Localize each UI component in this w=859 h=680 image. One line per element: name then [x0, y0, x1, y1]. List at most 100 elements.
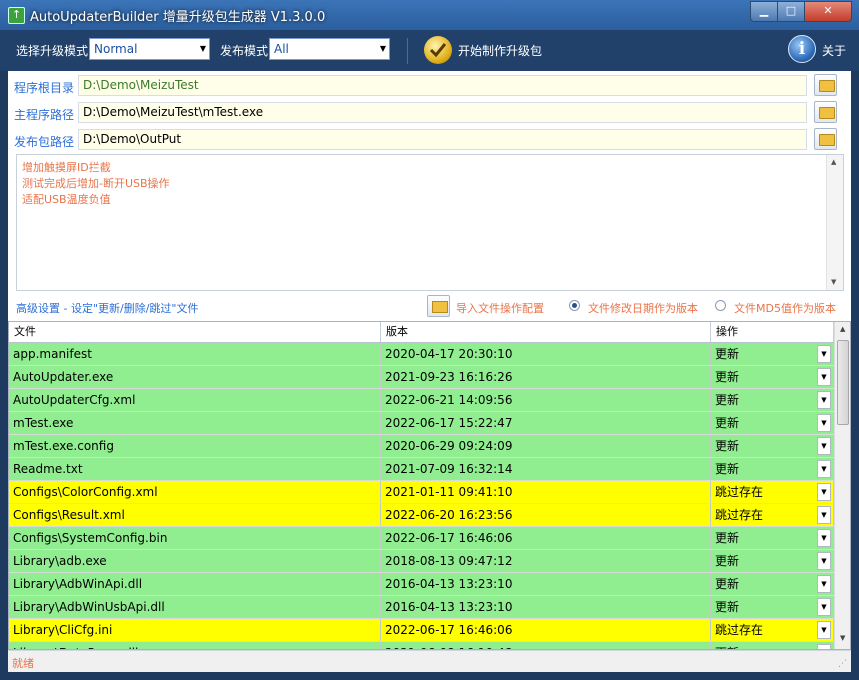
cell-version[interactable]: 2022-06-17 15:22:47	[381, 412, 711, 434]
about-label[interactable]: 关于	[822, 42, 846, 59]
radio-date-label[interactable]: 文件修改日期作为版本	[588, 300, 698, 316]
chevron-down-icon[interactable]: ▼	[817, 598, 831, 616]
cell-version[interactable]: 2022-06-17 16:46:06	[381, 527, 711, 549]
main-exe-input[interactable]: D:\Demo\MeizuTest\mTest.exe	[78, 102, 807, 123]
minimize-button[interactable]: ▁	[750, 1, 778, 22]
chevron-down-icon[interactable]: ▼	[817, 529, 831, 547]
root-dir-browse-button[interactable]	[814, 74, 837, 96]
cell-operation-select[interactable]: 更新▼	[711, 366, 834, 388]
radio-date-version[interactable]	[569, 300, 580, 311]
chevron-down-icon[interactable]: ▼	[817, 391, 831, 409]
cell-version[interactable]: 2020-04-17 20:30:10	[381, 343, 711, 365]
cell-file[interactable]: Readme.txt	[9, 458, 381, 480]
cell-operation-select[interactable]: 更新▼	[711, 435, 834, 457]
column-header-operation[interactable]: 操作	[711, 322, 834, 342]
column-header-file[interactable]: 文件	[9, 322, 381, 342]
cell-operation-select[interactable]: 更新▼	[711, 573, 834, 595]
table-row[interactable]: Library\AdbWinUsbApi.dll 2016-04-13 13:23…	[9, 596, 834, 619]
cell-file[interactable]: Configs\Result.xml	[9, 504, 381, 526]
table-row[interactable]: Configs\ColorConfig.xml 2021-01-11 09:41:…	[9, 481, 834, 504]
cell-operation-select[interactable]: 更新▼	[711, 458, 834, 480]
cell-version[interactable]: 2016-04-13 13:23:10	[381, 573, 711, 595]
cell-file[interactable]: Library\CliCfg.ini	[9, 619, 381, 641]
table-row[interactable]: Configs\Result.xml 2022-06-20 16:23:56 跳过存…	[9, 504, 834, 527]
scroll-up-icon[interactable]: ▲	[831, 158, 836, 166]
cell-file[interactable]: mTest.exe	[9, 412, 381, 434]
publish-path-input[interactable]: D:\Demo\OutPut	[78, 129, 807, 150]
cell-file[interactable]: Library\adb.exe	[9, 550, 381, 572]
cell-version[interactable]: 2022-06-21 14:09:56	[381, 389, 711, 411]
cell-file[interactable]: Configs\SystemConfig.bin	[9, 527, 381, 549]
notes-scrollbar[interactable]: ▲ ▼	[826, 155, 843, 290]
grid-scrollbar[interactable]: ▲ ▼	[834, 322, 850, 649]
chevron-down-icon[interactable]: ▼	[817, 575, 831, 593]
table-row[interactable]: AutoUpdaterCfg.xml 2022-06-21 14:09:56 更新 ▼	[9, 389, 834, 412]
chevron-down-icon[interactable]: ▼	[817, 621, 831, 639]
scroll-down-icon[interactable]: ▼	[840, 634, 845, 642]
chevron-down-icon[interactable]: ▼	[817, 506, 831, 524]
chevron-down-icon[interactable]: ▼	[817, 414, 831, 432]
table-row[interactable]: Readme.txt 2021-07-09 16:32:14 更新 ▼	[9, 458, 834, 481]
chevron-down-icon[interactable]: ▼	[817, 552, 831, 570]
cell-version[interactable]: 2021-01-11 09:41:10	[381, 481, 711, 503]
cell-version[interactable]: 2016-04-13 13:23:10	[381, 596, 711, 618]
table-row[interactable]: app.manifest 2020-04-17 20:30:10 更新 ▼	[9, 343, 834, 366]
column-header-version[interactable]: 版本	[381, 322, 711, 342]
upgrade-mode-select[interactable]: Normal ▼	[89, 38, 210, 60]
cell-version[interactable]: 2022-06-17 16:46:06	[381, 619, 711, 641]
close-button[interactable]: ✕	[804, 1, 852, 22]
radio-md5-version[interactable]	[715, 300, 726, 311]
radio-md5-label[interactable]: 文件MD5值作为版本	[734, 300, 836, 316]
publish-mode-select[interactable]: All ▼	[269, 38, 390, 60]
publish-path-browse-button[interactable]	[814, 128, 837, 150]
cell-operation-select[interactable]: 跳过存在 ▼	[711, 619, 834, 641]
chevron-down-icon[interactable]: ▼	[817, 368, 831, 386]
cell-operation-select[interactable]: 更新▼	[711, 527, 834, 549]
cell-file[interactable]: app.manifest	[9, 343, 381, 365]
cell-file[interactable]: Configs\ColorConfig.xml	[9, 481, 381, 503]
cell-version[interactable]: 2020-06-29 09:24:09	[381, 435, 711, 457]
scroll-down-icon[interactable]: ▼	[831, 278, 836, 286]
table-row[interactable]: Library\adb.exe 2018-08-13 09:47:12 更新 ▼	[9, 550, 834, 573]
chevron-down-icon[interactable]: ▼	[817, 483, 831, 501]
chevron-down-icon[interactable]: ▼	[817, 345, 831, 363]
cell-version[interactable]: 2021-07-09 16:32:14	[381, 458, 711, 480]
scroll-up-icon[interactable]: ▲	[840, 325, 845, 333]
cell-version[interactable]: 2021-09-23 16:16:26	[381, 366, 711, 388]
main-exe-browse-button[interactable]	[814, 101, 837, 123]
cell-file[interactable]: AutoUpdaterCfg.xml	[9, 389, 381, 411]
cell-file[interactable]: AutoUpdater.exe	[9, 366, 381, 388]
cell-file[interactable]: Library\AdbWinUsbApi.dll	[9, 596, 381, 618]
cell-operation-select[interactable]: 更新▼	[711, 412, 834, 434]
root-dir-input[interactable]: D:\Demo\MeizuTest	[78, 75, 807, 96]
table-row[interactable]: Library\CliCfg.ini 2022-06-17 16:46:06 跳过存…	[9, 619, 834, 642]
chevron-down-icon[interactable]: ▼	[817, 437, 831, 455]
chevron-down-icon[interactable]: ▼	[817, 460, 831, 478]
cell-version[interactable]: 2018-08-13 09:47:12	[381, 550, 711, 572]
maximize-button[interactable]: □	[777, 1, 805, 22]
table-row[interactable]: mTest.exe 2022-06-17 15:22:47 更新 ▼	[9, 412, 834, 435]
resize-grip-icon[interactable]: ⋰	[838, 659, 848, 669]
cell-file[interactable]: Library\DataParse.dll	[9, 642, 381, 649]
table-row[interactable]: Configs\SystemConfig.bin 2022-06-17 16:46…	[9, 527, 834, 550]
table-row[interactable]: Library\DataParse.dll2021-06-08 16:10:48…	[9, 642, 834, 649]
import-config-button[interactable]	[427, 295, 450, 317]
table-row[interactable]: Library\AdbWinApi.dll 2016-04-13 13:23:10…	[9, 573, 834, 596]
release-notes-textarea[interactable]: 增加触摸屏ID拦截 测试完成后增加-断开USB操作 适配USB温度负值 ▲ ▼	[16, 154, 844, 291]
scroll-thumb[interactable]	[837, 340, 849, 425]
start-build-button[interactable]: 开始制作升级包	[418, 34, 548, 66]
cell-operation-select[interactable]: 更新▼	[711, 343, 834, 365]
cell-operation-select[interactable]: 跳过存在 ▼	[711, 481, 834, 503]
cell-operation-select[interactable]: 更新▼	[711, 642, 834, 649]
cell-file[interactable]: Library\AdbWinApi.dll	[9, 573, 381, 595]
cell-version[interactable]: 2022-06-20 16:23:56	[381, 504, 711, 526]
table-row[interactable]: mTest.exe.config 2020-06-29 09:24:09 更新 ▼	[9, 435, 834, 458]
cell-operation-select[interactable]: 跳过存在 ▼	[711, 504, 834, 526]
import-config-label[interactable]: 导入文件操作配置	[456, 300, 544, 316]
cell-operation-select[interactable]: 更新▼	[711, 550, 834, 572]
info-icon[interactable]: i	[788, 35, 816, 63]
title-bar[interactable]: ↑ AutoUpdaterBuilder 增量升级包生成器 V1.3.0.0 ▁…	[0, 0, 859, 30]
table-row[interactable]: AutoUpdater.exe 2021-09-23 16:16:26 更新 ▼	[9, 366, 834, 389]
cell-operation-select[interactable]: 更新▼	[711, 389, 834, 411]
cell-version[interactable]: 2021-06-08 16:10:48	[381, 642, 711, 649]
